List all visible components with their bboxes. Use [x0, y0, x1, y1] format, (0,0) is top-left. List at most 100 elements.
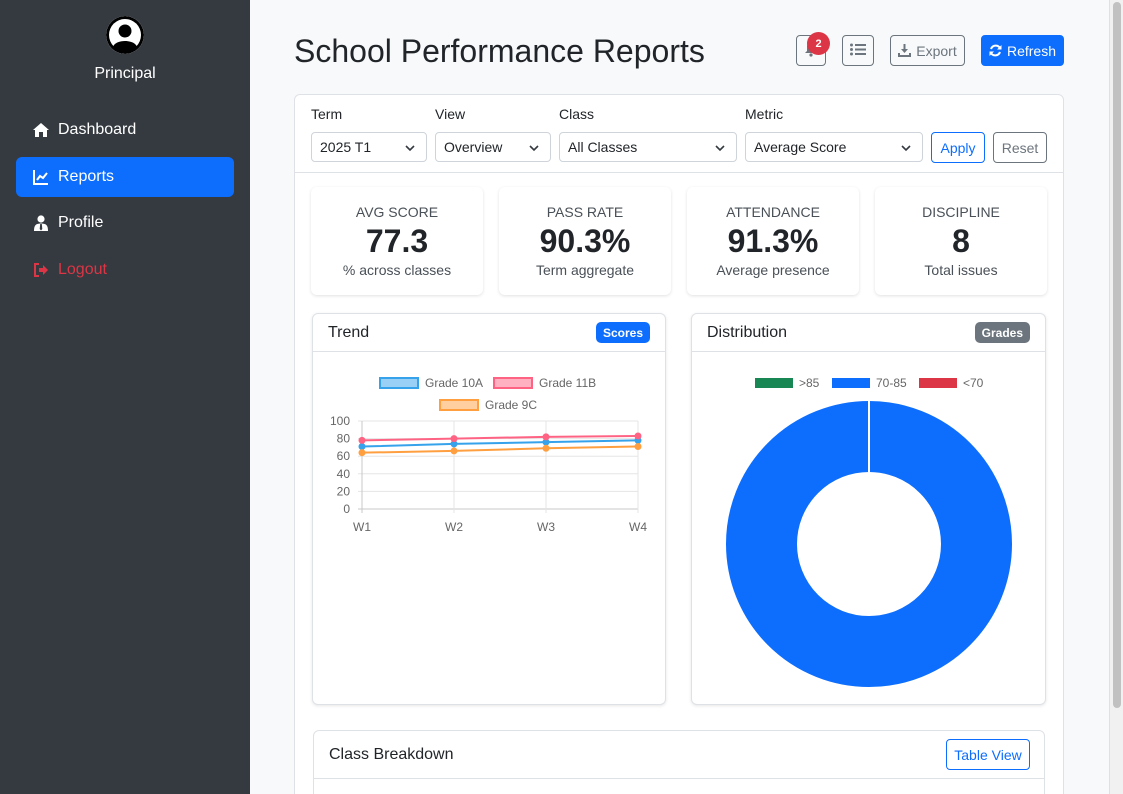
class-breakdown-title: Class Breakdown	[329, 746, 454, 763]
chevron-down-icon	[404, 141, 416, 157]
sidebar: Principal Dashboard Reports Profile Logo…	[0, 0, 250, 794]
data-point	[634, 443, 642, 451]
data-point	[358, 443, 366, 451]
distribution-title: Distribution	[707, 324, 788, 341]
term-label: Term	[311, 106, 343, 122]
sign-out-icon	[32, 261, 50, 279]
data-point	[358, 436, 366, 444]
legend-item-70-85[interactable]: 70-85	[832, 376, 907, 390]
list-icon	[850, 43, 866, 59]
sidebar-item-label: Reports	[58, 168, 115, 185]
series-line	[361, 439, 639, 448]
legend-swatch	[493, 377, 533, 389]
term-value: 2025 T1	[320, 139, 372, 155]
user-role: Principal	[94, 65, 156, 82]
view-select[interactable]: Overview	[435, 132, 551, 162]
sidebar-item-logout[interactable]: Logout	[16, 250, 234, 290]
table-view-button[interactable]: Table View	[946, 739, 1030, 770]
download-icon	[898, 44, 912, 57]
stat-subtitle: Term aggregate	[535, 262, 635, 278]
stat-value: 91.3%	[727, 223, 819, 259]
list-view-button[interactable]	[842, 35, 874, 66]
sidebar-item-dashboard[interactable]: Dashboard	[16, 110, 234, 150]
x-tick-label: W1	[353, 520, 371, 534]
grades-badge: Grades	[974, 322, 1030, 343]
trend-panel-header: Trend Scores	[313, 314, 665, 352]
sync-icon	[989, 44, 1002, 57]
y-tick-label: 80	[337, 432, 351, 446]
legend-swatch	[919, 378, 957, 388]
data-point	[634, 432, 642, 440]
legend-item-grade-10a[interactable]: Grade 10A	[379, 376, 483, 390]
legend-swatch	[379, 377, 419, 389]
y-tick-label: 60	[337, 449, 351, 463]
legend-item-above-85[interactable]: >85	[755, 376, 819, 390]
stat-card-pass-rate: PASS RATE 90.3% Term aggregate	[499, 187, 671, 295]
class-breakdown-header: Class Breakdown Table View	[314, 731, 1044, 779]
stat-subtitle: Total issues	[924, 262, 998, 278]
stat-label: DISCIPLINE	[922, 204, 1000, 220]
page-scrollbar[interactable]	[1109, 0, 1123, 794]
class-select[interactable]: All Classes	[559, 132, 737, 162]
legend-label: Grade 11B	[539, 376, 597, 390]
term-select[interactable]: 2025 T1	[311, 132, 427, 162]
series-line	[361, 445, 639, 454]
stat-card-attendance: ATTENDANCE 91.3% Average presence	[687, 187, 859, 295]
x-tick-label: W4	[629, 520, 647, 534]
trend-line-chart: 0 20 40 60 80 100 W1 W2 W3 W4	[330, 414, 647, 534]
export-button[interactable]: Export	[890, 35, 965, 66]
stat-label: AVG SCORE	[355, 204, 439, 220]
x-tick-label: W2	[445, 520, 463, 534]
scrollbar-thumb[interactable]	[1113, 2, 1121, 708]
data-point	[542, 433, 550, 441]
legend-swatch	[755, 378, 793, 388]
apply-button[interactable]: Apply	[931, 132, 985, 163]
sidebar-item-label: Profile	[58, 214, 104, 231]
data-point	[542, 444, 550, 452]
stat-card-discipline: DISCIPLINE 8 Total issues	[875, 187, 1047, 295]
user-tie-icon	[32, 214, 50, 232]
chevron-down-icon	[528, 141, 540, 157]
notification-count-badge: 2	[807, 32, 830, 55]
stat-label: ATTENDANCE	[726, 204, 820, 220]
page-title: School Performance Reports	[294, 33, 705, 69]
y-tick-label: 40	[337, 467, 351, 481]
sidebar-item-profile[interactable]: Profile	[16, 203, 234, 243]
y-tick-label: 100	[330, 414, 350, 428]
y-tick-label: 0	[343, 502, 350, 516]
view-label: View	[435, 106, 466, 122]
legend-item-grade-11b[interactable]: Grade 11B	[493, 376, 596, 390]
class-breakdown-card: Class Breakdown Table View	[313, 730, 1045, 794]
user-avatar-icon	[106, 16, 144, 54]
data-point	[450, 447, 458, 455]
stat-value: 8	[952, 223, 970, 259]
export-label: Export	[916, 42, 957, 59]
stat-subtitle: Average presence	[716, 262, 830, 278]
stat-card-avg-score: AVG SCORE 77.3 % across classes	[311, 187, 483, 295]
chevron-down-icon	[714, 141, 726, 157]
data-point	[358, 449, 366, 457]
reset-button[interactable]: Reset	[993, 132, 1047, 163]
home-icon	[32, 121, 50, 139]
refresh-button[interactable]: Refresh	[981, 35, 1064, 66]
metric-select[interactable]: Average Score	[745, 132, 923, 162]
legend-item-below-70[interactable]: <70	[919, 376, 983, 390]
legend-label: >85	[799, 376, 820, 390]
legend-swatch	[832, 378, 870, 388]
stat-value: 77.3	[365, 223, 429, 259]
refresh-label: Refresh	[1006, 42, 1057, 59]
line-chart-icon	[32, 168, 50, 186]
scores-badge: Scores	[595, 322, 650, 343]
view-value: Overview	[444, 139, 503, 155]
legend-label: 70-85	[876, 376, 907, 390]
sidebar-item-label: Dashboard	[58, 121, 137, 138]
distribution-donut-chart	[726, 401, 1012, 687]
stat-label: PASS RATE	[546, 204, 624, 220]
metric-value: Average Score	[754, 139, 847, 155]
legend-label: Grade 10A	[425, 376, 484, 390]
legend-label: <70	[963, 376, 984, 390]
sidebar-item-reports[interactable]: Reports	[16, 157, 234, 197]
class-value: All Classes	[568, 139, 638, 155]
x-tick-label: W3	[537, 520, 555, 534]
card-divider	[295, 172, 1063, 173]
